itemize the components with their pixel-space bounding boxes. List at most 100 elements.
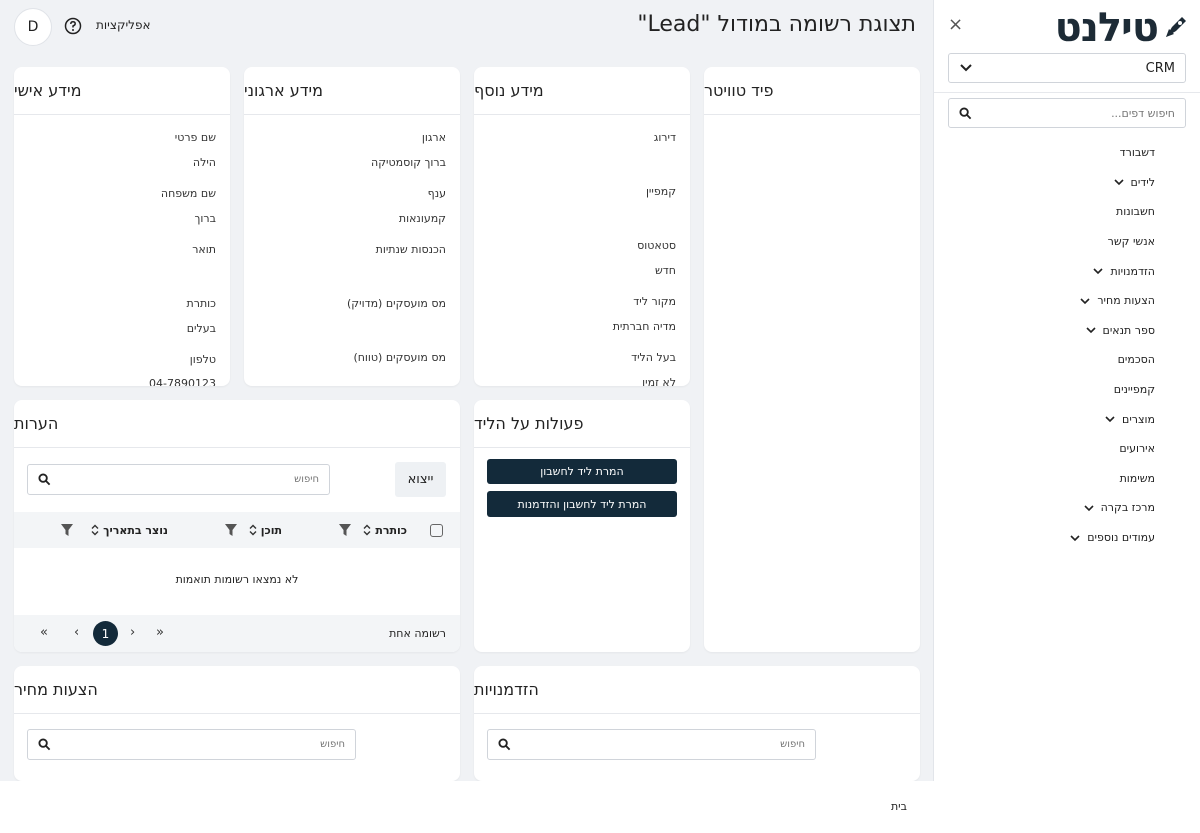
field-value: הילה [192, 156, 216, 169]
logo-text: טילנט [1054, 5, 1159, 51]
field-label: תואר [192, 243, 216, 256]
nav-item-more-pages[interactable]: עמודים נוספים [933, 523, 1200, 553]
extra-info-card: מידע נוסף דירוג קמפיין סטאטוס חדש מקור ל… [474, 67, 690, 386]
nav-item-label: הזדמנויות [1110, 264, 1155, 278]
page-button-active[interactable]: 1 [93, 621, 118, 646]
nav-item-tasks[interactable]: משימות [933, 464, 1200, 494]
search-icon [38, 738, 51, 751]
field-value: לא זמין [642, 376, 676, 386]
nav-item-label: אירועים [1119, 442, 1155, 456]
field-value: ברוך קוסמטיקה [371, 156, 446, 169]
org-info-card: מידע ארגוני ארגון ברוך קוסמטיקה ענף קמעו… [244, 67, 460, 386]
col-created-header[interactable]: נוצר בתאריך [61, 512, 168, 548]
sort-icon[interactable] [91, 524, 99, 536]
convert-account-button[interactable]: המרת ליד לחשבון [487, 459, 677, 484]
export-button[interactable]: ייצוא [395, 462, 446, 497]
nav-item-contracts[interactable]: הסכמים [933, 345, 1200, 375]
col-content-header[interactable]: תוכן [224, 512, 282, 548]
empty-message: לא נמצאו רשומות תואמות [175, 573, 299, 586]
nav-item-terms[interactable]: ספר תנאים [933, 316, 1200, 346]
col-created-label: נוצר בתאריך [103, 523, 168, 537]
opportunities-card: הזדמנויות [474, 666, 920, 781]
field-value: 04-7890123 [149, 377, 216, 386]
pagination: רשומה אחת » › 1 ‹ « [14, 615, 460, 652]
divider [934, 92, 1200, 93]
page-search[interactable] [948, 98, 1186, 128]
filter-icon[interactable] [339, 524, 352, 536]
field-label: כותרת [186, 297, 216, 310]
field-value: קמעונאות [398, 212, 446, 225]
chevron-down-icon [1080, 298, 1090, 304]
page-search-input[interactable] [975, 106, 1175, 120]
field-label: מס מועסקים (טווח) [353, 351, 446, 364]
col-title-header[interactable]: כותרת [339, 512, 407, 548]
field-label: בעל הליד [631, 351, 676, 364]
nav-item-quotes[interactable]: הצעות מחיר [933, 286, 1200, 316]
field-label: ארגון [421, 131, 446, 144]
card-title: פיד טוויטר [704, 67, 920, 115]
card-title: מידע נוסף [474, 67, 690, 115]
select-all-checkbox[interactable] [430, 524, 443, 537]
search-icon [959, 106, 972, 119]
help-icon[interactable] [64, 17, 82, 35]
field-label: הכנסות שנתיות [375, 243, 446, 256]
col-content-label: תוכן [260, 523, 282, 537]
search-icon [498, 738, 511, 751]
filter-icon[interactable] [61, 524, 74, 536]
card-title: הערות [14, 400, 460, 448]
next-next-icon[interactable]: » [156, 625, 164, 640]
rocket-icon [1166, 17, 1186, 37]
field-label: טלפון [189, 353, 216, 366]
sort-icon[interactable] [363, 524, 371, 536]
close-icon[interactable]: × [948, 14, 963, 35]
notes-search[interactable] [27, 464, 330, 495]
next-icon[interactable]: › [130, 625, 135, 640]
field-label: שם פרטי [174, 131, 216, 144]
field-label: סטאטוס [637, 239, 676, 252]
convert-account-opportunity-button[interactable]: המרת ליד לחשבון והזדמנות [487, 491, 677, 517]
opportunities-search-input[interactable] [585, 739, 805, 750]
lead-actions-card: פעולות על הליד המרת ליד לחשבון המרת ליד … [474, 400, 690, 652]
nav-item-label: ספר תנאים [1102, 323, 1155, 337]
first-page-icon[interactable]: « [40, 625, 48, 640]
twitter-feed-card: פיד טוויטר [704, 67, 920, 652]
nav-item-label: עמודים נוספים [1087, 531, 1155, 545]
chevron-down-icon [1070, 534, 1080, 541]
nav-item-contacts[interactable]: אנשי קשר [933, 227, 1200, 257]
nav-item-control-center[interactable]: מרכז בקרה [933, 493, 1200, 523]
nav-item-label: מרכז בקרה [1100, 501, 1155, 515]
apps-link[interactable]: אפליקציות [96, 18, 151, 32]
nav-item-label: דשבורד [1119, 146, 1155, 160]
filter-icon[interactable] [224, 524, 237, 536]
sidebar: טילנט × CRM דשבורד לידים חשבונות אנשי קש… [933, 0, 1200, 781]
nav-item-products[interactable]: מוצרים [933, 404, 1200, 434]
nav-item-campaigns[interactable]: קמפיינים [933, 375, 1200, 405]
card-title: הזדמנויות [474, 666, 920, 714]
field-label: מקור ליד [633, 295, 676, 308]
nav-item-label: קמפיינים [1113, 383, 1155, 397]
field-value: ברוך [194, 212, 216, 225]
avatar[interactable]: D [14, 8, 52, 46]
chevron-down-icon [1093, 268, 1104, 275]
module-select-value: CRM [1145, 60, 1175, 76]
nav-item-opportunities[interactable]: הזדמנויות [933, 256, 1200, 286]
quotes-search-input[interactable] [125, 739, 345, 750]
notes-search-input[interactable] [99, 474, 319, 485]
nav-item-label: משימות [1119, 471, 1155, 485]
chevron-down-icon [960, 64, 972, 72]
sort-icon[interactable] [249, 524, 257, 536]
quotes-search[interactable] [27, 729, 356, 760]
col-title-label: כותרת [375, 523, 407, 537]
prev-icon[interactable]: ‹ [74, 625, 79, 640]
nav-item-dashboard[interactable]: דשבורד [933, 138, 1200, 168]
breadcrumb-home[interactable]: בית [891, 800, 907, 813]
nav-item-leads[interactable]: לידים [933, 168, 1200, 198]
field-label: ענף [427, 187, 446, 200]
nav-item-accounts[interactable]: חשבונות [933, 197, 1200, 227]
personal-info-card: מידע אישי שם פרטי הילה שם משפחה ברוך תוא… [14, 67, 230, 386]
search-icon [38, 473, 51, 486]
logo[interactable]: טילנט [1055, 6, 1190, 50]
nav-item-events[interactable]: אירועים [933, 434, 1200, 464]
module-select[interactable]: CRM [948, 53, 1186, 83]
opportunities-search[interactable] [487, 729, 816, 760]
